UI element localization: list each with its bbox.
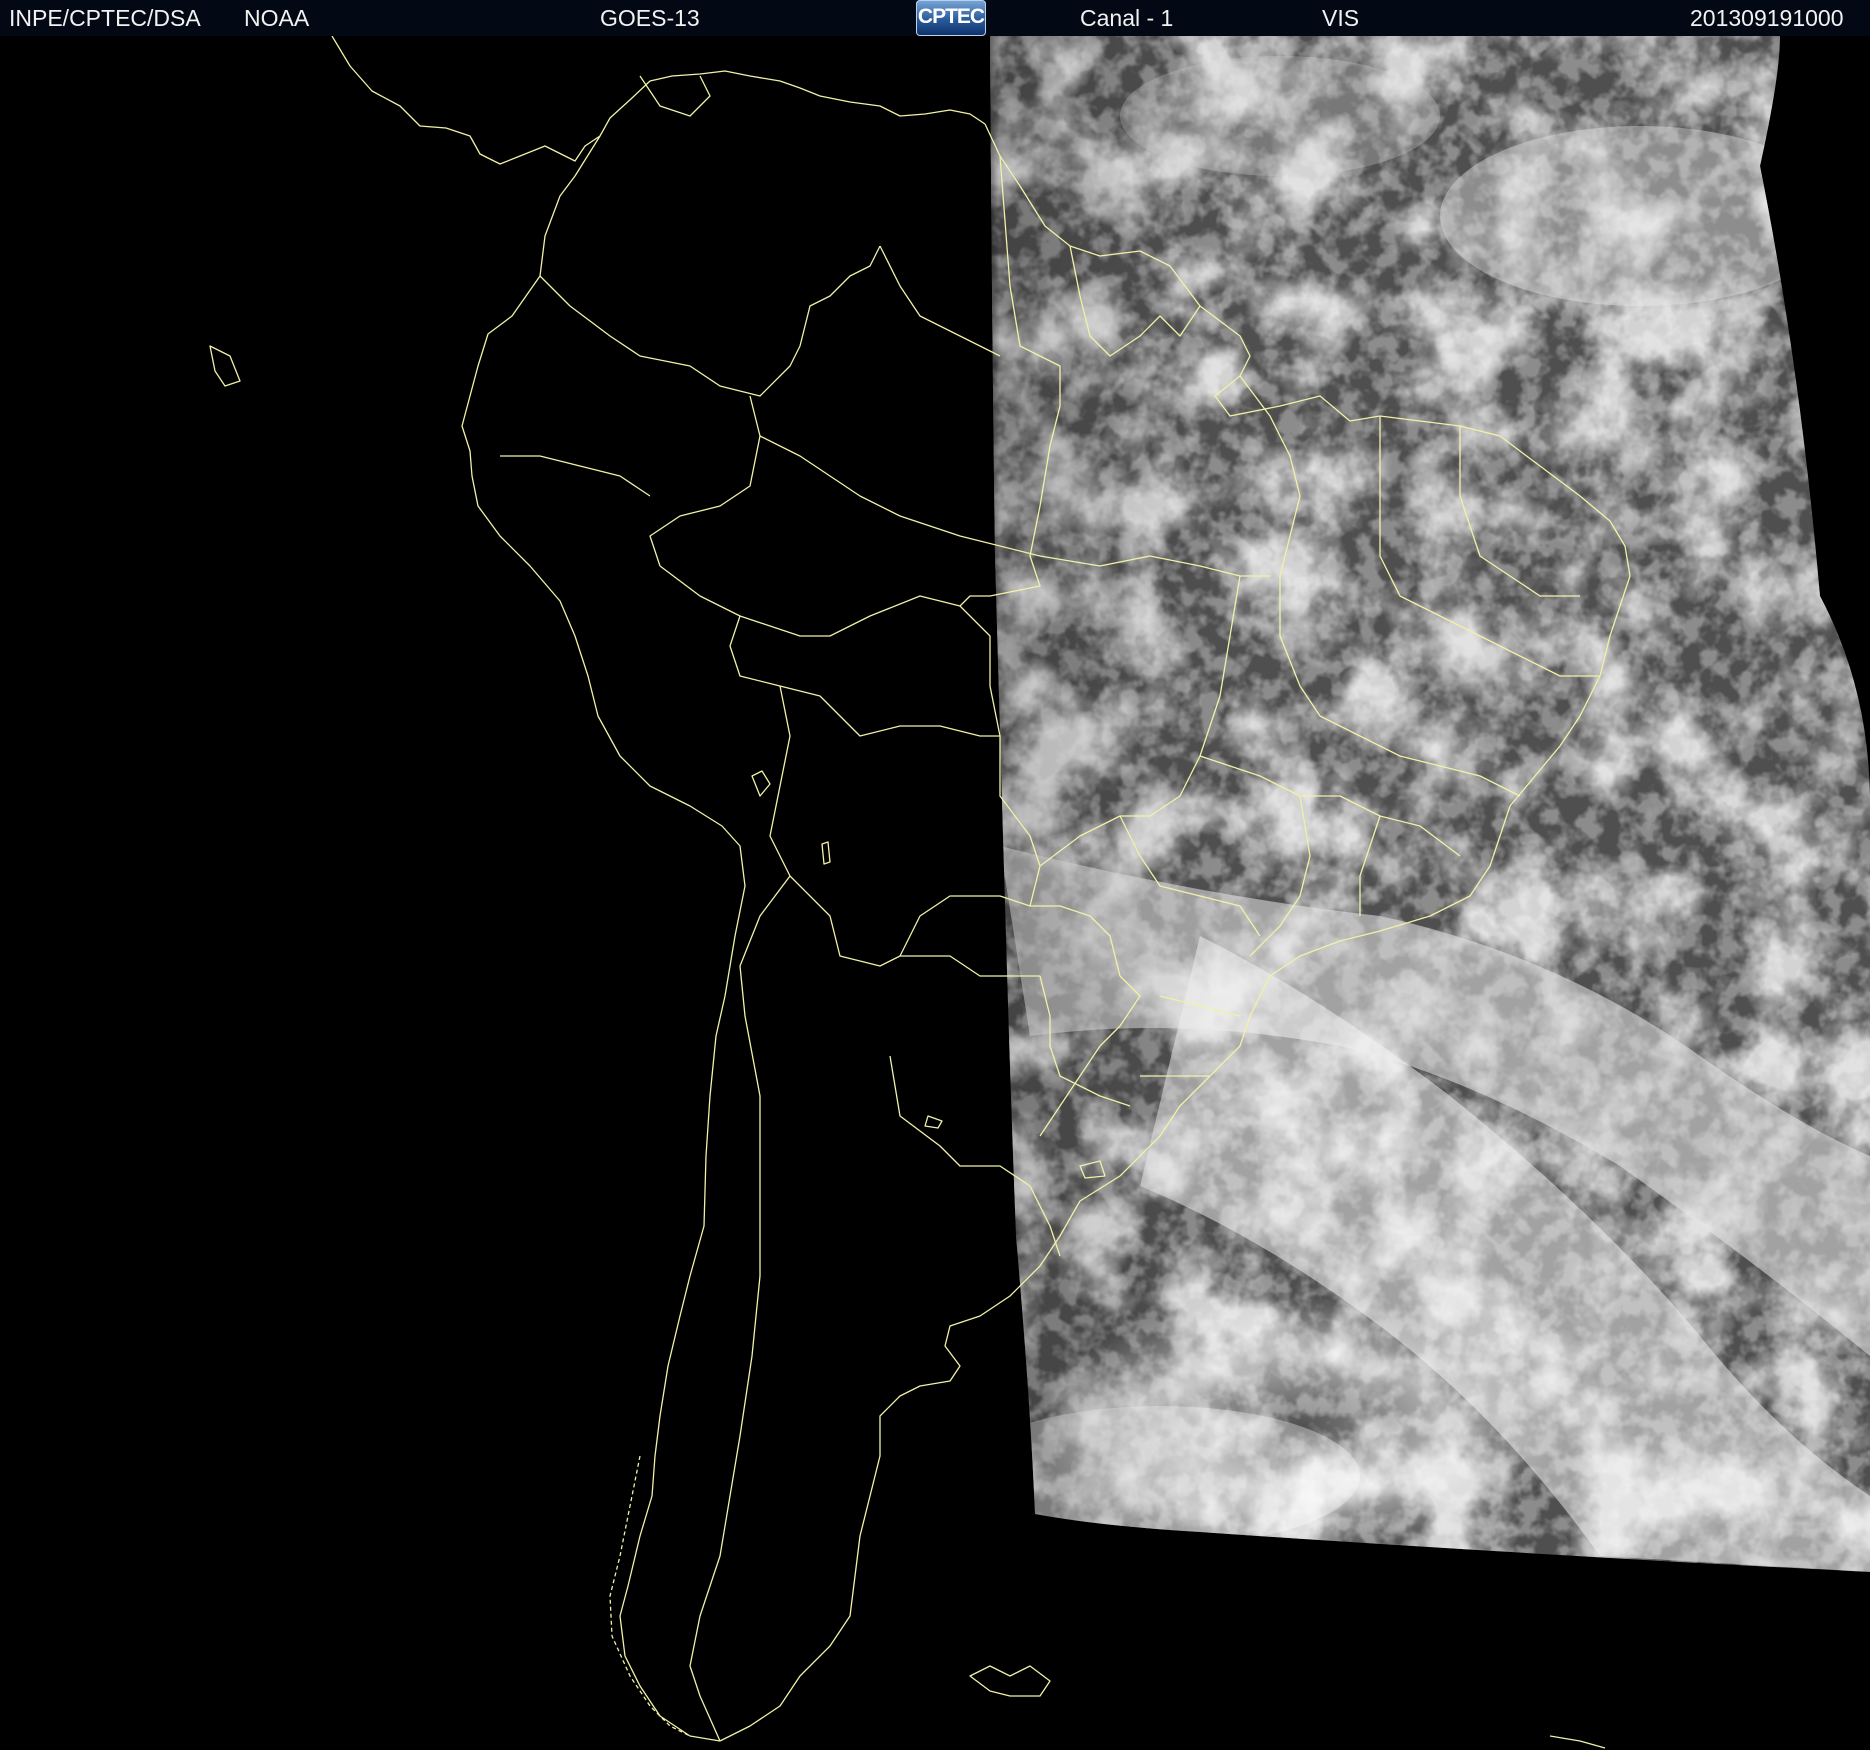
satellite-image [209,36,1870,1749]
country-border-overlay [659,565,961,637]
country-border-overlay [539,245,881,397]
agency-label: INPE/CPTEC/DSA [9,5,201,31]
header-bar: INPE/CPTEC/DSA NOAA GOES-13 CPTEC Canal … [0,0,1870,37]
channel-label: Canal - 1 [1080,5,1174,31]
timestamp-label: 201309191000 [1690,5,1844,31]
country-border-overlay [649,395,761,567]
logo-text: CPTEC [917,5,985,28]
coastline-overlay [751,770,771,797]
band-label: VIS [1322,5,1360,31]
source-label: NOAA [244,5,310,31]
coastline-overlay [969,1665,1051,1697]
country-border-overlay [729,615,1000,737]
cptec-logo: CPTEC [916,0,986,36]
coastline-overlay [1549,1735,1606,1749]
satellite-map [0,36,1870,1750]
coastline-overlay [209,345,241,387]
coastline-overlay [609,1455,691,1737]
country-border-overlay [879,245,1001,357]
coastline-overlay [639,75,711,117]
coastline-overlay [821,841,831,865]
coastline-overlay [461,135,746,1742]
country-border-overlay [500,455,651,497]
coastline-overlay [331,36,986,165]
cloud-imagery [990,36,1870,1572]
coastline-overlay [924,1115,943,1129]
country-border-overlay [769,685,1040,977]
satellite-label: GOES-13 [600,5,700,31]
country-border-overlay [689,875,791,1742]
